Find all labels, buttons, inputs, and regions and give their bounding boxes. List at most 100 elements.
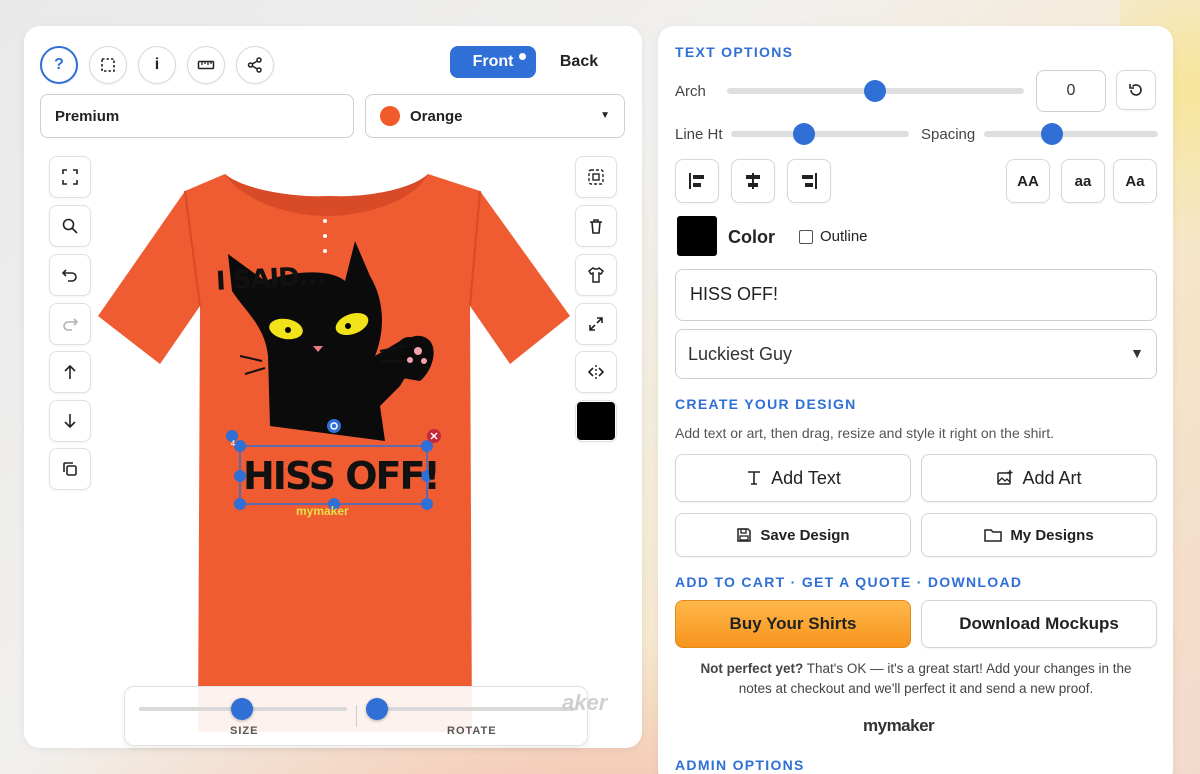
add-text-button[interactable]: Add Text [675,454,911,502]
lowercase-button[interactable]: aa [1061,159,1105,203]
options-panel: TEXT OPTIONS Arch 0 Line Ht Spacing AA a… [658,26,1173,774]
preview-watermark: mymaker [296,504,349,518]
back-tab-label: Back [559,53,599,70]
undo-button[interactable] [49,254,91,296]
size-slider-knob[interactable] [231,698,253,720]
size-label: SIZE [230,725,259,737]
my-designs-button[interactable]: My Designs [921,513,1157,557]
titlecase-button[interactable]: Aa [1113,159,1157,203]
line-height-label: Line Ht [675,126,723,143]
front-tab-label: Front [472,53,514,70]
fullscreen-button[interactable] [49,156,91,198]
outline-checkbox[interactable] [799,230,813,244]
uppercase-button[interactable]: AA [1006,159,1050,203]
share-icon [247,57,262,73]
add-art-button[interactable]: Add Art [921,454,1157,502]
text-options-title: TEXT OPTIONS [675,44,794,60]
tshirt-icon [587,266,605,283]
image-add-icon [997,470,1013,485]
color-value: Orange [410,107,463,125]
caret-down-icon: ▼ [1130,345,1144,361]
trash-icon [590,219,602,234]
designer-panel: ? i Front Back Premium Orange ▼ I SAID..… [24,26,642,748]
text-icon [748,471,761,485]
color-select[interactable]: Orange ▼ [365,94,625,138]
arrow-up-icon [64,364,76,379]
font-value: Luckiest Guy [688,344,793,364]
rotate-label: ROTATE [447,725,497,737]
delete-button[interactable] [575,205,617,247]
share-button[interactable] [236,46,274,84]
select-center-icon [588,169,604,185]
text-input[interactable]: HISS OFF! [675,269,1157,321]
font-select[interactable]: Luckiest Guy ▼ [675,329,1157,379]
reset-icon [1129,84,1142,96]
caret-down-icon: ▼ [600,110,610,121]
spacing-slider-knob[interactable] [1041,123,1063,145]
create-hint: Add text or art, then drag, resize and s… [675,425,1054,441]
line-height-slider-knob[interactable] [793,123,815,145]
arrow-down-icon [64,414,76,429]
undo-icon [61,269,77,282]
front-tab[interactable]: Front [450,46,536,78]
align-left-icon [689,173,704,189]
select-area-icon [101,58,115,72]
rotate-slider-track[interactable] [367,707,575,711]
spacing-slider-track[interactable] [984,131,1158,137]
tshirt-image [98,174,570,732]
redo-button[interactable] [49,303,91,345]
cart-note: Not perfect yet? That's OK — it's a grea… [686,659,1146,699]
align-center-icon [746,173,760,189]
text-color-swatch[interactable] [677,216,717,256]
divider [356,705,357,727]
search-icon [62,218,78,234]
redo-icon [63,318,79,331]
outline-label: Outline [820,228,868,245]
align-right-button[interactable] [787,159,831,203]
align-center-button[interactable] [731,159,775,203]
arch-label: Arch [675,83,706,100]
save-icon [737,528,752,542]
save-design-button[interactable]: Save Design [675,513,911,557]
align-left-button[interactable] [675,159,719,203]
quality-value: Premium [55,107,120,125]
line-height-slider-track[interactable] [731,131,909,137]
color-label: Color [728,227,775,247]
quality-select[interactable]: Premium [40,94,354,138]
ruler-button[interactable] [187,46,225,84]
flip-horizontal-icon [587,365,605,379]
folder-icon [984,529,1003,542]
back-tab[interactable]: Back [536,46,622,78]
buy-shirts-button[interactable]: Buy Your Shirts [675,600,911,648]
text-color-swatch[interactable] [575,400,617,442]
expand-icon [589,317,603,331]
ruler-icon [197,60,215,70]
design-main-text[interactable]: HISS OFF! [243,454,441,498]
resize-button[interactable] [575,303,617,345]
shirt-button[interactable] [575,254,617,296]
zoom-button[interactable] [49,205,91,247]
color-swatch [380,106,400,126]
rotate-slider-knob[interactable] [366,698,388,720]
spacing-label: Spacing [921,126,976,143]
reset-arch-button[interactable] [1116,70,1156,110]
center-select-button[interactable] [575,156,617,198]
info-button[interactable]: i [138,46,176,84]
arch-slider-knob[interactable] [864,80,886,102]
fullscreen-icon [62,169,78,185]
help-button[interactable]: ? [40,46,78,84]
design-canvas[interactable]: I SAID... HISS OFF! 4 mymaker [40,146,626,732]
create-title: CREATE YOUR DESIGN [675,396,857,412]
move-up-button[interactable] [49,351,91,393]
download-mockups-button[interactable]: Download Mockups [921,600,1157,648]
duplicate-button[interactable] [49,448,91,490]
info-icon: i [154,56,160,73]
arch-input[interactable]: 0 [1036,70,1106,112]
layer-badge: 4 [230,439,236,448]
move-down-button[interactable] [49,400,91,442]
design-top-text[interactable]: I SAID... [215,261,326,297]
admin-title: ADMIN OPTIONS [675,757,805,773]
flip-button[interactable] [575,351,617,393]
align-right-icon [802,173,817,189]
select-area-button[interactable] [89,46,127,84]
